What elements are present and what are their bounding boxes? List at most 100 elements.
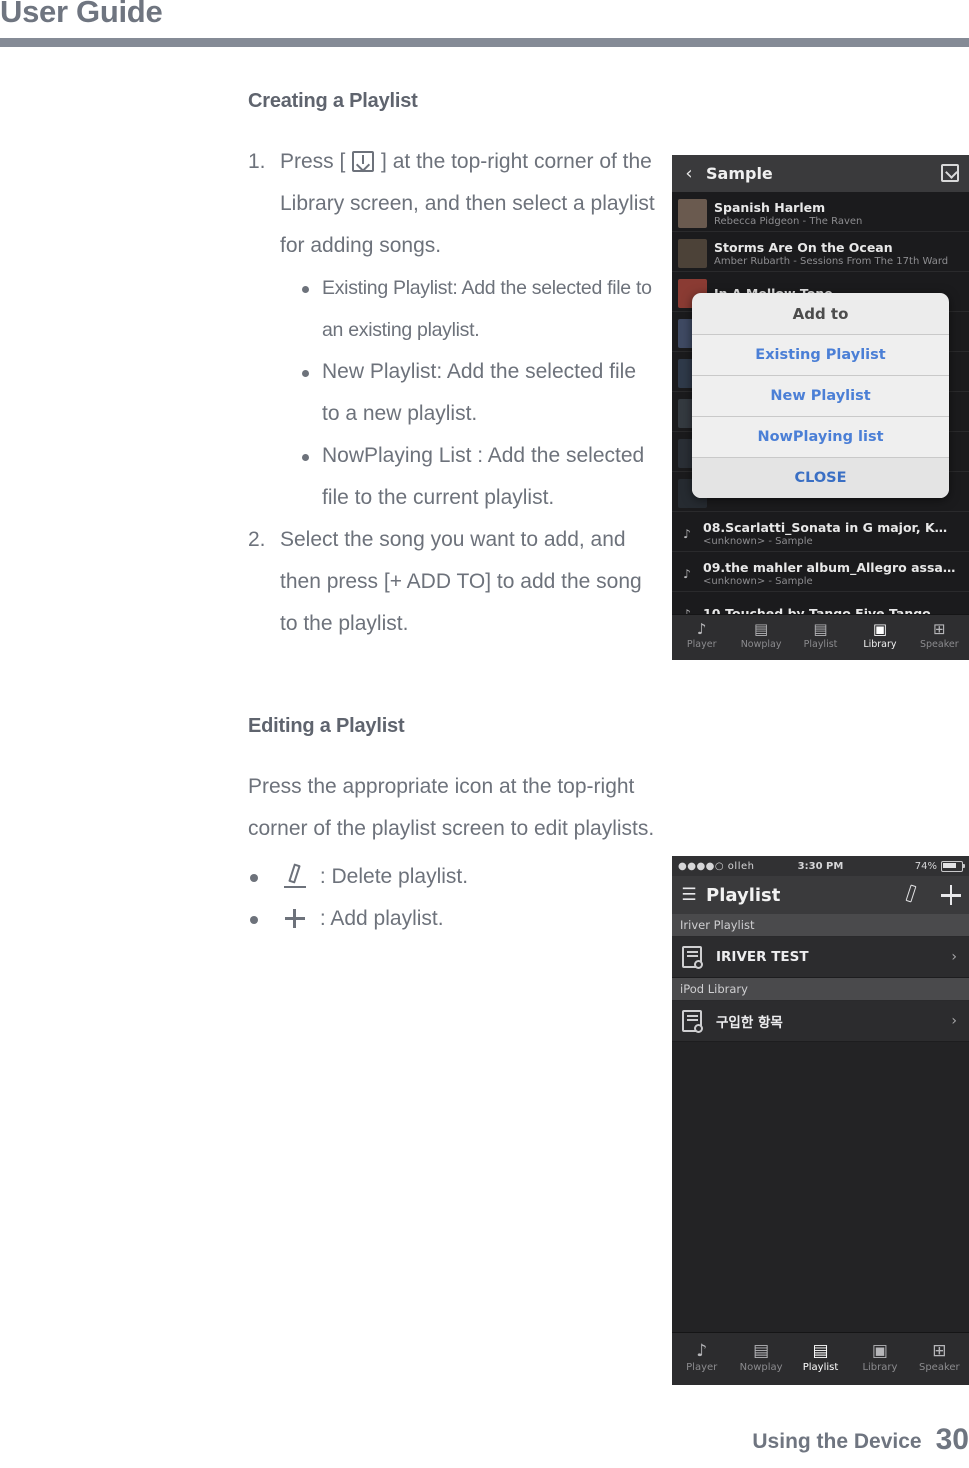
list-item[interactable]: 구입한 항목 ›: [672, 1001, 969, 1042]
song-title: 08.Scarlatti_Sonata in G major, K…: [703, 519, 948, 535]
playlist-tabbar: ♪ Player ▤ Nowplay ▤ Playlist ▣ Library …: [672, 1332, 969, 1385]
tab-playlist-label: Playlist: [803, 639, 838, 650]
song-artist: <unknown> - Sample: [703, 575, 813, 587]
chevron-left-icon[interactable]: ‹: [672, 164, 706, 183]
library-tabbar: ♪ Player ▤ Nowplay ▤ Playlist ▣ Library …: [672, 614, 969, 660]
tab-nowplay[interactable]: ▤ Nowplay: [731, 615, 790, 660]
table-row[interactable]: Storms Are On the Ocean Amber Rubarth - …: [672, 232, 969, 272]
step-2-number: 2.: [248, 528, 266, 551]
new-playlist-button[interactable]: New Playlist: [692, 376, 949, 417]
tab-player-label: Player: [686, 1362, 718, 1373]
library-icon: ▣: [871, 1341, 888, 1361]
editing-icon-list: : Delete playlist. : Add playlist.: [248, 856, 658, 940]
tab-library-label: Library: [863, 639, 897, 650]
step-2: 2. Select the song you want to add, and …: [248, 519, 658, 645]
close-button[interactable]: CLOSE: [692, 458, 949, 498]
creating-steps: 1. Press [ ] at the top-right corner of …: [248, 141, 658, 645]
content-column: Creating a Playlist 1. Press [ ] at the …: [248, 90, 658, 940]
page-header-title: User Guide: [0, 0, 163, 29]
tab-speaker[interactable]: ⊞ Speaker: [910, 615, 969, 660]
playlist-icon: ▤: [812, 1341, 829, 1361]
page-number: 30: [935, 1422, 969, 1456]
list-item-label: 구입한 항목: [716, 1015, 783, 1031]
step-1-bullets: Existing Playlist: Add the selected file…: [280, 267, 658, 519]
song-artist: Amber Rubarth - Sessions From The 17th W…: [714, 255, 949, 267]
plus-icon[interactable]: [941, 885, 961, 905]
group-header-ipod: iPod Library: [672, 978, 969, 1001]
tab-library[interactable]: ▣ Library: [850, 615, 909, 660]
tab-player-label: Player: [686, 639, 717, 650]
library-icon: ▣: [872, 620, 888, 638]
table-row[interactable]: Spanish Harlem Rebecca Pidgeon - The Rav…: [672, 192, 969, 232]
nowplay-icon: ▤: [753, 1341, 770, 1361]
pencil-icon: [282, 863, 308, 889]
library-navbar: ‹ Sample: [672, 155, 969, 192]
playlist-icon: [682, 1010, 703, 1033]
music-note-icon: ♪: [696, 620, 707, 638]
pencil-icon[interactable]: [902, 884, 921, 905]
music-note-icon: ♪: [696, 1341, 708, 1361]
status-right: 74%: [915, 860, 965, 872]
editing-item-delete: : Delete playlist.: [248, 856, 658, 898]
header-divider: [0, 38, 969, 47]
battery-icon: [941, 860, 965, 872]
nowplay-icon: ▤: [754, 620, 769, 638]
playlist-icon: [682, 946, 703, 969]
bullet-new-playlist: New Playlist: Add the selected file to a…: [300, 351, 658, 435]
album-art: [678, 239, 707, 268]
music-note-icon: ♪: [683, 566, 691, 581]
save-icon[interactable]: [941, 164, 959, 182]
tab-library-label: Library: [862, 1362, 898, 1373]
chevron-right-icon: ›: [951, 949, 957, 965]
section-title-editing: Editing a Playlist: [248, 715, 405, 737]
list-item[interactable]: IRIVER TEST ›: [672, 937, 969, 978]
editing-item-add: : Add playlist.: [248, 898, 658, 940]
chevron-right-icon: ›: [951, 1013, 957, 1029]
playlist-groups: Iriver Playlist IRIVER TEST › iPod Libra…: [672, 914, 969, 1042]
page-footer: Using the Device 30: [752, 1422, 969, 1456]
screenshot-playlist: ●●●●○ olleh 3:30 PM 74% ☰ Playlist Irive…: [672, 856, 969, 1385]
step-2-text: Select the song you want to add, and the…: [280, 528, 642, 635]
hamburger-icon[interactable]: ☰: [672, 885, 706, 905]
tab-playlist-label: Playlist: [802, 1362, 839, 1373]
existing-playlist-button[interactable]: Existing Playlist: [692, 335, 949, 376]
dialog-title: Add to: [692, 293, 949, 335]
tab-player[interactable]: ♪ Player: [672, 1333, 731, 1385]
editing-item-add-label: : Add playlist.: [319, 907, 444, 930]
step-1: 1. Press [ ] at the top-right corner of …: [248, 141, 658, 519]
bullet-nowplaying-list: NowPlaying List : Add the selected file …: [300, 435, 658, 519]
bullet-existing-playlist: Existing Playlist: Add the selected file…: [300, 267, 658, 351]
list-item-label: IRIVER TEST: [716, 949, 809, 965]
tab-playlist[interactable]: ▤ Playlist: [791, 1333, 850, 1385]
playlist-icon: ▤: [813, 620, 828, 638]
tab-nowplay-label: Nowplay: [740, 639, 782, 650]
speaker-icon: ⊞: [932, 1341, 947, 1361]
group-header-iriver: Iriver Playlist: [672, 914, 969, 937]
editing-intro: Press the appropriate icon at the top-ri…: [248, 775, 655, 840]
song-title: Storms Are On the Ocean: [714, 239, 893, 255]
playlist-navbar: ☰ Playlist: [672, 876, 969, 914]
step-1-text-before: Press [: [280, 150, 346, 173]
table-row[interactable]: ♪ 09.the mahler album_Allegro assa… <unk…: [672, 552, 969, 592]
tab-library[interactable]: ▣ Library: [850, 1333, 909, 1385]
guide-page: User Guide Creating a Playlist 1. Press …: [0, 0, 969, 1468]
tab-speaker-label: Speaker: [920, 639, 959, 650]
footer-section-label: Using the Device: [752, 1430, 922, 1453]
tab-playlist[interactable]: ▤ Playlist: [791, 615, 850, 660]
album-art: [678, 199, 707, 228]
library-title: Sample: [706, 164, 773, 183]
add-to-dialog: Add to Existing Playlist New Playlist No…: [692, 293, 949, 498]
tab-player[interactable]: ♪ Player: [672, 615, 731, 660]
tab-nowplay[interactable]: ▤ Nowplay: [731, 1333, 790, 1385]
song-title: 09.the mahler album_Allegro assa…: [703, 559, 956, 575]
tab-speaker[interactable]: ⊞ Speaker: [910, 1333, 969, 1385]
playlist-title: Playlist: [706, 884, 781, 906]
song-artist: Rebecca Pidgeon - The Raven: [714, 215, 863, 227]
tab-nowplay-label: Nowplay: [739, 1362, 783, 1373]
speaker-icon: ⊞: [933, 620, 946, 638]
nowplaying-list-button[interactable]: NowPlaying list: [692, 417, 949, 458]
table-row[interactable]: ♪ 08.Scarlatti_Sonata in G major, K… <un…: [672, 512, 969, 552]
editing-item-delete-label: : Delete playlist.: [319, 865, 469, 888]
step-1-number: 1.: [248, 150, 266, 173]
playlist-nav-actions: [902, 884, 961, 905]
